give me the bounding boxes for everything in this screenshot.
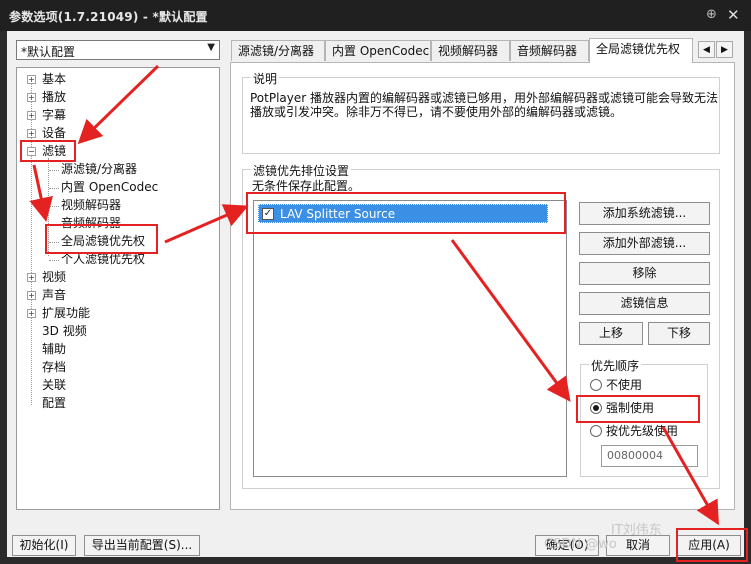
tree-guide-line [49, 260, 59, 261]
expand-icon[interactable]: + [27, 273, 36, 282]
priority-value: 00800004 [607, 449, 663, 462]
tab-bar: 源滤镜/分离器 内置 OpenCodec 视频解码器 音频解码器 全局滤镜优先权… [231, 38, 736, 63]
annotation-box-force-use [576, 395, 700, 423]
add-external-filter-button[interactable]: 添加外部滤镜... [579, 232, 710, 255]
tab-video-decoder[interactable]: 视频解码器 [431, 40, 510, 61]
export-config-button[interactable]: 导出当前配置(S)... [84, 535, 200, 556]
filter-list[interactable]: ✓ LAV Splitter Source [253, 200, 567, 477]
initialize-button[interactable]: 初始化(I) [12, 535, 76, 556]
profile-dropdown[interactable]: *默认配置 ▼ [16, 40, 220, 60]
annotation-box-filter-list [246, 192, 566, 234]
settings-tree: + 基本 + 播放 + 字幕 + 设备 − 滤镜 源滤镜/分离器 内置 Open… [16, 67, 220, 510]
tree-guide-line [49, 170, 59, 171]
pin-icon[interactable]: ⊕ [706, 8, 720, 22]
tree-item-opencodec[interactable]: 内置 OpenCodec [61, 179, 158, 195]
profile-dropdown-value: *默认配置 [21, 45, 76, 59]
tree-item-video[interactable]: 视频 [42, 269, 66, 285]
tree-item-3d-video[interactable]: 3D 视频 [42, 323, 87, 339]
move-up-button[interactable]: 上移 [579, 322, 643, 345]
priority-value-field[interactable]: 00800004 [601, 445, 698, 467]
annotation-box-filter [20, 140, 76, 162]
expand-icon[interactable]: + [27, 129, 36, 138]
tree-item-subtitle[interactable]: 字幕 [42, 107, 66, 123]
description-line-2: 播放或引发冲突。除非万不得已，请不要使用外部的编解码器或滤镜。 [250, 105, 623, 119]
priority-legend: 滤镜优先排位设置 [251, 162, 352, 179]
add-system-filter-button[interactable]: 添加系统滤镜... [579, 202, 710, 225]
window-title: 参数选项(1.7.21049) - *默认配置 [9, 10, 208, 24]
tree-item-association[interactable]: 关联 [42, 377, 66, 393]
tree-item-extension[interactable]: 扩展功能 [42, 305, 90, 321]
tab-scroll-left-icon[interactable]: ◀ [698, 41, 715, 58]
tree-item-source-filter[interactable]: 源滤镜/分离器 [61, 161, 137, 177]
radio-not-use-label: 不使用 [606, 378, 643, 392]
annotation-box-apply [676, 528, 748, 562]
annotation-box-global-priority [45, 224, 158, 254]
radio-by-priority[interactable] [590, 425, 602, 437]
tree-item-audio[interactable]: 声音 [42, 287, 66, 303]
tab-audio-decoder[interactable]: 音频解码器 [510, 40, 589, 61]
tree-guide-line [31, 75, 32, 405]
close-icon[interactable]: ✕ [727, 6, 743, 24]
tree-item-assist[interactable]: 辅助 [42, 341, 66, 357]
expand-icon[interactable]: + [27, 291, 36, 300]
filter-info-button[interactable]: 滤镜信息 [579, 292, 710, 315]
expand-icon[interactable]: + [27, 75, 36, 84]
tab-source-filter[interactable]: 源滤镜/分离器 [231, 40, 325, 61]
expand-icon[interactable]: + [27, 93, 36, 102]
tab-global-filter-priority[interactable]: 全局滤镜优先权 [589, 38, 693, 63]
tree-item-config[interactable]: 配置 [42, 395, 66, 411]
tree-item-video-decoder[interactable]: 视频解码器 [61, 197, 121, 213]
tab-scroll-right-icon[interactable]: ▶ [716, 41, 733, 58]
order-legend: 优先顺序 [589, 357, 642, 374]
tab-opencodec[interactable]: 内置 OpenCodec [325, 40, 431, 61]
tree-item-device[interactable]: 设备 [42, 125, 66, 141]
description-legend: 说明 [251, 70, 280, 87]
tree-item-playback[interactable]: 播放 [42, 89, 66, 105]
chevron-down-icon: ▼ [207, 42, 215, 53]
radio-by-priority-label: 按优先级使用 [606, 424, 679, 438]
tree-item-basic[interactable]: 基本 [42, 71, 66, 87]
tree-item-archive[interactable]: 存档 [42, 359, 66, 375]
watermark-brand: IT刘伟东 [611, 523, 662, 538]
move-down-button[interactable]: 下移 [648, 322, 710, 345]
window-titlebar[interactable]: 参数选项(1.7.21049) - *默认配置 ⊕ ✕ [0, 0, 751, 31]
tree-guide-line [49, 206, 59, 207]
expand-icon[interactable]: + [27, 309, 36, 318]
watermark-csdn: CSDN @wo [544, 537, 617, 552]
remove-button[interactable]: 移除 [579, 262, 710, 285]
tree-guide-line [49, 188, 59, 189]
expand-icon[interactable]: + [27, 111, 36, 120]
radio-not-use[interactable] [590, 379, 602, 391]
